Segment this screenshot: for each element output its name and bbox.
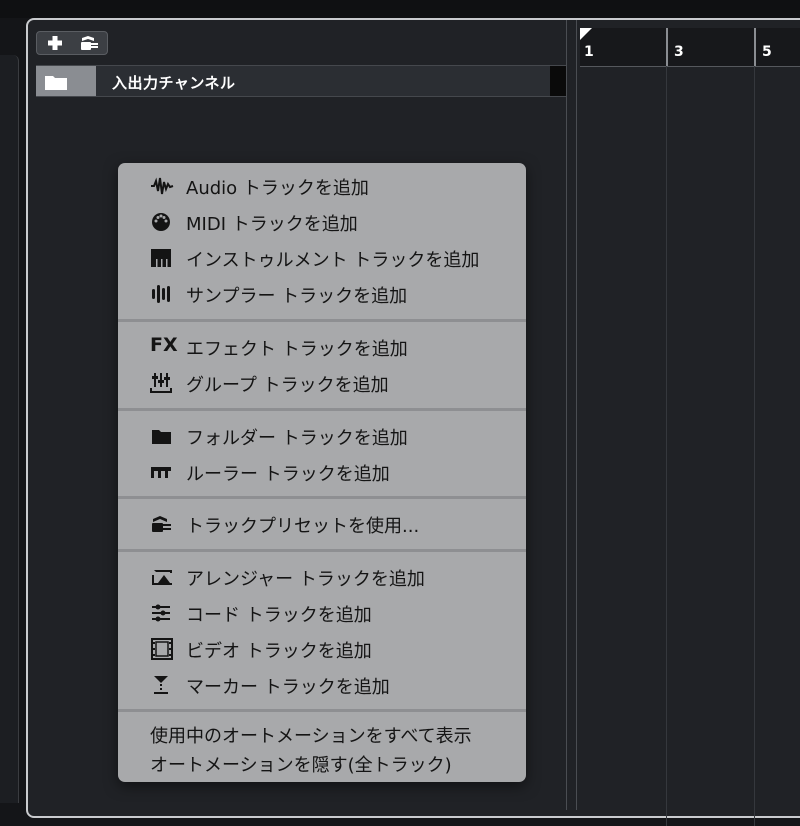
arranger-icon bbox=[152, 570, 172, 585]
ruler-mark-1: 1 bbox=[584, 44, 594, 60]
menu-item-use-track-preset[interactable]: トラックプリセットを使用... bbox=[118, 507, 526, 541]
group-faders-icon bbox=[150, 373, 172, 393]
menu-item-add-marker-track[interactable]: マーカー トラックを追加 bbox=[118, 668, 526, 702]
menu-item-label: サンプラー トラックを追加 bbox=[186, 286, 408, 307]
track-row[interactable]: 入出力チャンネル bbox=[36, 65, 566, 97]
menu-item-label: ビデオ トラックを追加 bbox=[186, 641, 372, 662]
piano-keys-icon bbox=[151, 249, 171, 267]
menu-item-add-instrument-track[interactable]: インストゥルメント トラックを追加 bbox=[118, 241, 526, 275]
menu-item-label: グループ トラックを追加 bbox=[186, 375, 389, 396]
track-name[interactable]: 入出力チャンネル bbox=[112, 72, 236, 93]
fx-icon: FX bbox=[150, 334, 178, 356]
folder-icon bbox=[45, 76, 67, 90]
grid-line bbox=[666, 66, 667, 826]
menu-item-label: 使用中のオートメーションをすべて表示 bbox=[150, 726, 472, 747]
menu-separator bbox=[118, 408, 526, 411]
marker-icon bbox=[154, 676, 168, 694]
menu-item-add-midi-track[interactable]: MIDI トラックを追加 bbox=[118, 205, 526, 239]
add-track-context-menu: Audio トラックを追加 MIDI トラックを追加 インストゥルメント トラッ… bbox=[118, 163, 526, 782]
midi-connector-icon bbox=[152, 213, 170, 231]
menu-item-add-audio-track[interactable]: Audio トラックを追加 bbox=[118, 169, 526, 203]
menu-item-label: フォルダー トラックを追加 bbox=[186, 428, 408, 449]
menu-separator bbox=[118, 709, 526, 712]
panel-divider-2 bbox=[576, 20, 577, 810]
add-track-button[interactable] bbox=[36, 31, 108, 55]
cycle-marker-icon bbox=[580, 28, 592, 40]
menu-item-label: MIDI トラックを追加 bbox=[186, 214, 358, 235]
ruler-icon bbox=[151, 467, 171, 478]
menu-item-hide-all-automation[interactable]: オートメーションを隠す(全トラック) bbox=[118, 746, 526, 780]
plus-icon bbox=[48, 36, 62, 50]
panel-divider[interactable] bbox=[566, 20, 567, 810]
menu-item-label: アレンジャー トラックを追加 bbox=[186, 569, 425, 590]
track-preset-icon bbox=[81, 36, 98, 50]
left-panel-edge bbox=[0, 55, 19, 803]
chord-icon bbox=[152, 604, 170, 622]
menu-item-add-ruler-track[interactable]: ルーラー トラックを追加 bbox=[118, 455, 526, 489]
menu-item-label: ルーラー トラックを追加 bbox=[186, 464, 390, 485]
menu-separator bbox=[118, 549, 526, 552]
menu-item-add-sampler-track[interactable]: サンプラー トラックを追加 bbox=[118, 277, 526, 311]
sampler-icon bbox=[152, 285, 170, 303]
track-color-strip bbox=[550, 66, 566, 96]
menu-item-label: コード トラックを追加 bbox=[186, 605, 372, 626]
menu-item-label: オートメーションを隠す(全トラック) bbox=[150, 755, 452, 776]
menu-item-label: エフェクト トラックを追加 bbox=[186, 339, 408, 360]
track-preset-icon bbox=[152, 516, 171, 532]
menu-item-label: トラックプリセットを使用... bbox=[186, 516, 420, 537]
menu-item-add-chord-track[interactable]: コード トラックを追加 bbox=[118, 596, 526, 630]
menu-item-add-folder-track[interactable]: フォルダー トラックを追加 bbox=[118, 419, 526, 453]
menu-item-label: マーカー トラックを追加 bbox=[186, 677, 390, 698]
ruler-tick bbox=[754, 28, 756, 66]
folder-icon bbox=[152, 430, 171, 444]
ruler-tick bbox=[666, 28, 668, 66]
menu-separator bbox=[118, 319, 526, 322]
track-folder-cell[interactable] bbox=[36, 66, 96, 96]
menu-item-add-group-track[interactable]: グループ トラックを追加 bbox=[118, 366, 526, 400]
menu-item-label: Audio トラックを追加 bbox=[186, 178, 369, 199]
ruler-mark-5: 5 bbox=[762, 44, 772, 60]
menu-item-add-video-track[interactable]: ビデオ トラックを追加 bbox=[118, 632, 526, 666]
menu-item-label: インストゥルメント トラックを追加 bbox=[186, 250, 480, 271]
menu-item-add-arranger-track[interactable]: アレンジャー トラックを追加 bbox=[118, 560, 526, 594]
timeline-ruler[interactable]: 1 3 5 bbox=[580, 28, 800, 67]
ruler-mark-3: 3 bbox=[674, 44, 684, 60]
grid-line bbox=[754, 66, 755, 826]
menu-separator bbox=[118, 496, 526, 499]
top-strip bbox=[0, 0, 800, 18]
audio-waveform-icon bbox=[151, 177, 174, 195]
menu-item-add-effect-track[interactable]: FX エフェクト トラックを追加 bbox=[118, 330, 526, 364]
video-film-icon bbox=[151, 638, 173, 660]
